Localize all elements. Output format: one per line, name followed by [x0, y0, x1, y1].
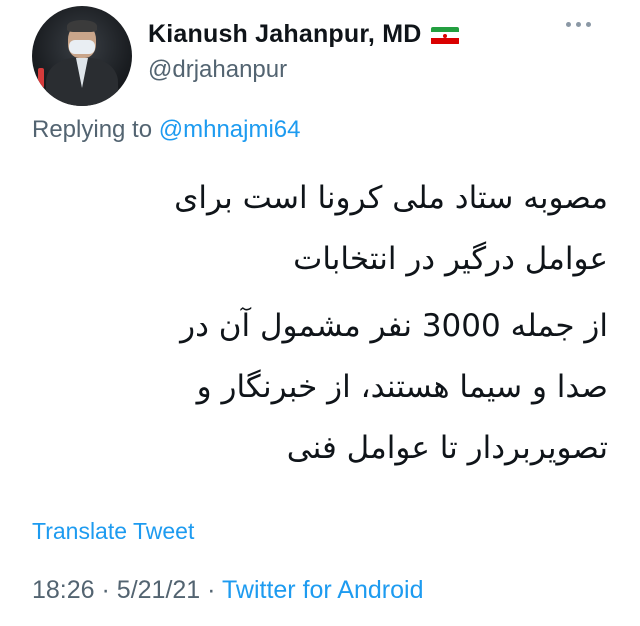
tweet-text-line: از جمله 3000 نفر مشمول آن در — [180, 308, 608, 344]
avatar-accent — [38, 68, 44, 88]
reply-mention-link[interactable]: @mhnajmi64 — [159, 116, 301, 143]
tweet-time[interactable]: 18:26 — [32, 576, 95, 604]
meta-separator: · — [101, 576, 110, 604]
avatar[interactable] — [32, 6, 132, 106]
meta-separator: · — [207, 576, 216, 604]
author-display-name[interactable]: Kianush Jahanpur, MD — [148, 20, 421, 49]
tweet-text-paragraph-2: از جمله 3000 نفر مشمول آن در صدا و سیما … — [48, 296, 608, 479]
tweet-text-line: عوامل درگیر در انتخابات — [293, 241, 608, 277]
translate-tweet-link[interactable]: Translate Tweet — [32, 518, 194, 545]
tweet-date[interactable]: 5/21/21 — [117, 576, 200, 604]
iran-flag-icon — [431, 26, 460, 45]
tweet-meta: 18:26 · 5/21/21 · Twitter for Android — [32, 576, 423, 605]
tweet-text-line: صدا و سیما هستند، از خبرنگار و — [196, 369, 608, 405]
author-name-row: Kianush Jahanpur, MD — [148, 20, 460, 49]
more-options-icon[interactable] — [566, 22, 591, 27]
replying-to-label: Replying to — [32, 116, 153, 143]
avatar-figure-hair — [67, 20, 97, 32]
tweet-card: Kianush Jahanpur, MD @drjahanpur Replyin… — [0, 0, 640, 626]
tweet-text-line: مصوبه ستاد ملی کرونا است برای — [174, 180, 608, 216]
avatar-figure-mask — [69, 40, 95, 54]
replying-to: Replying to @mhnajmi64 — [32, 116, 301, 144]
tweet-text-paragraph-1: مصوبه ستاد ملی کرونا است برای عوامل درگی… — [48, 168, 608, 290]
tweet-source-link[interactable]: Twitter for Android — [222, 576, 423, 604]
tweet-text-line: تصویربردار تا عوامل فنی — [286, 430, 608, 466]
author-handle[interactable]: @drjahanpur — [148, 56, 287, 84]
